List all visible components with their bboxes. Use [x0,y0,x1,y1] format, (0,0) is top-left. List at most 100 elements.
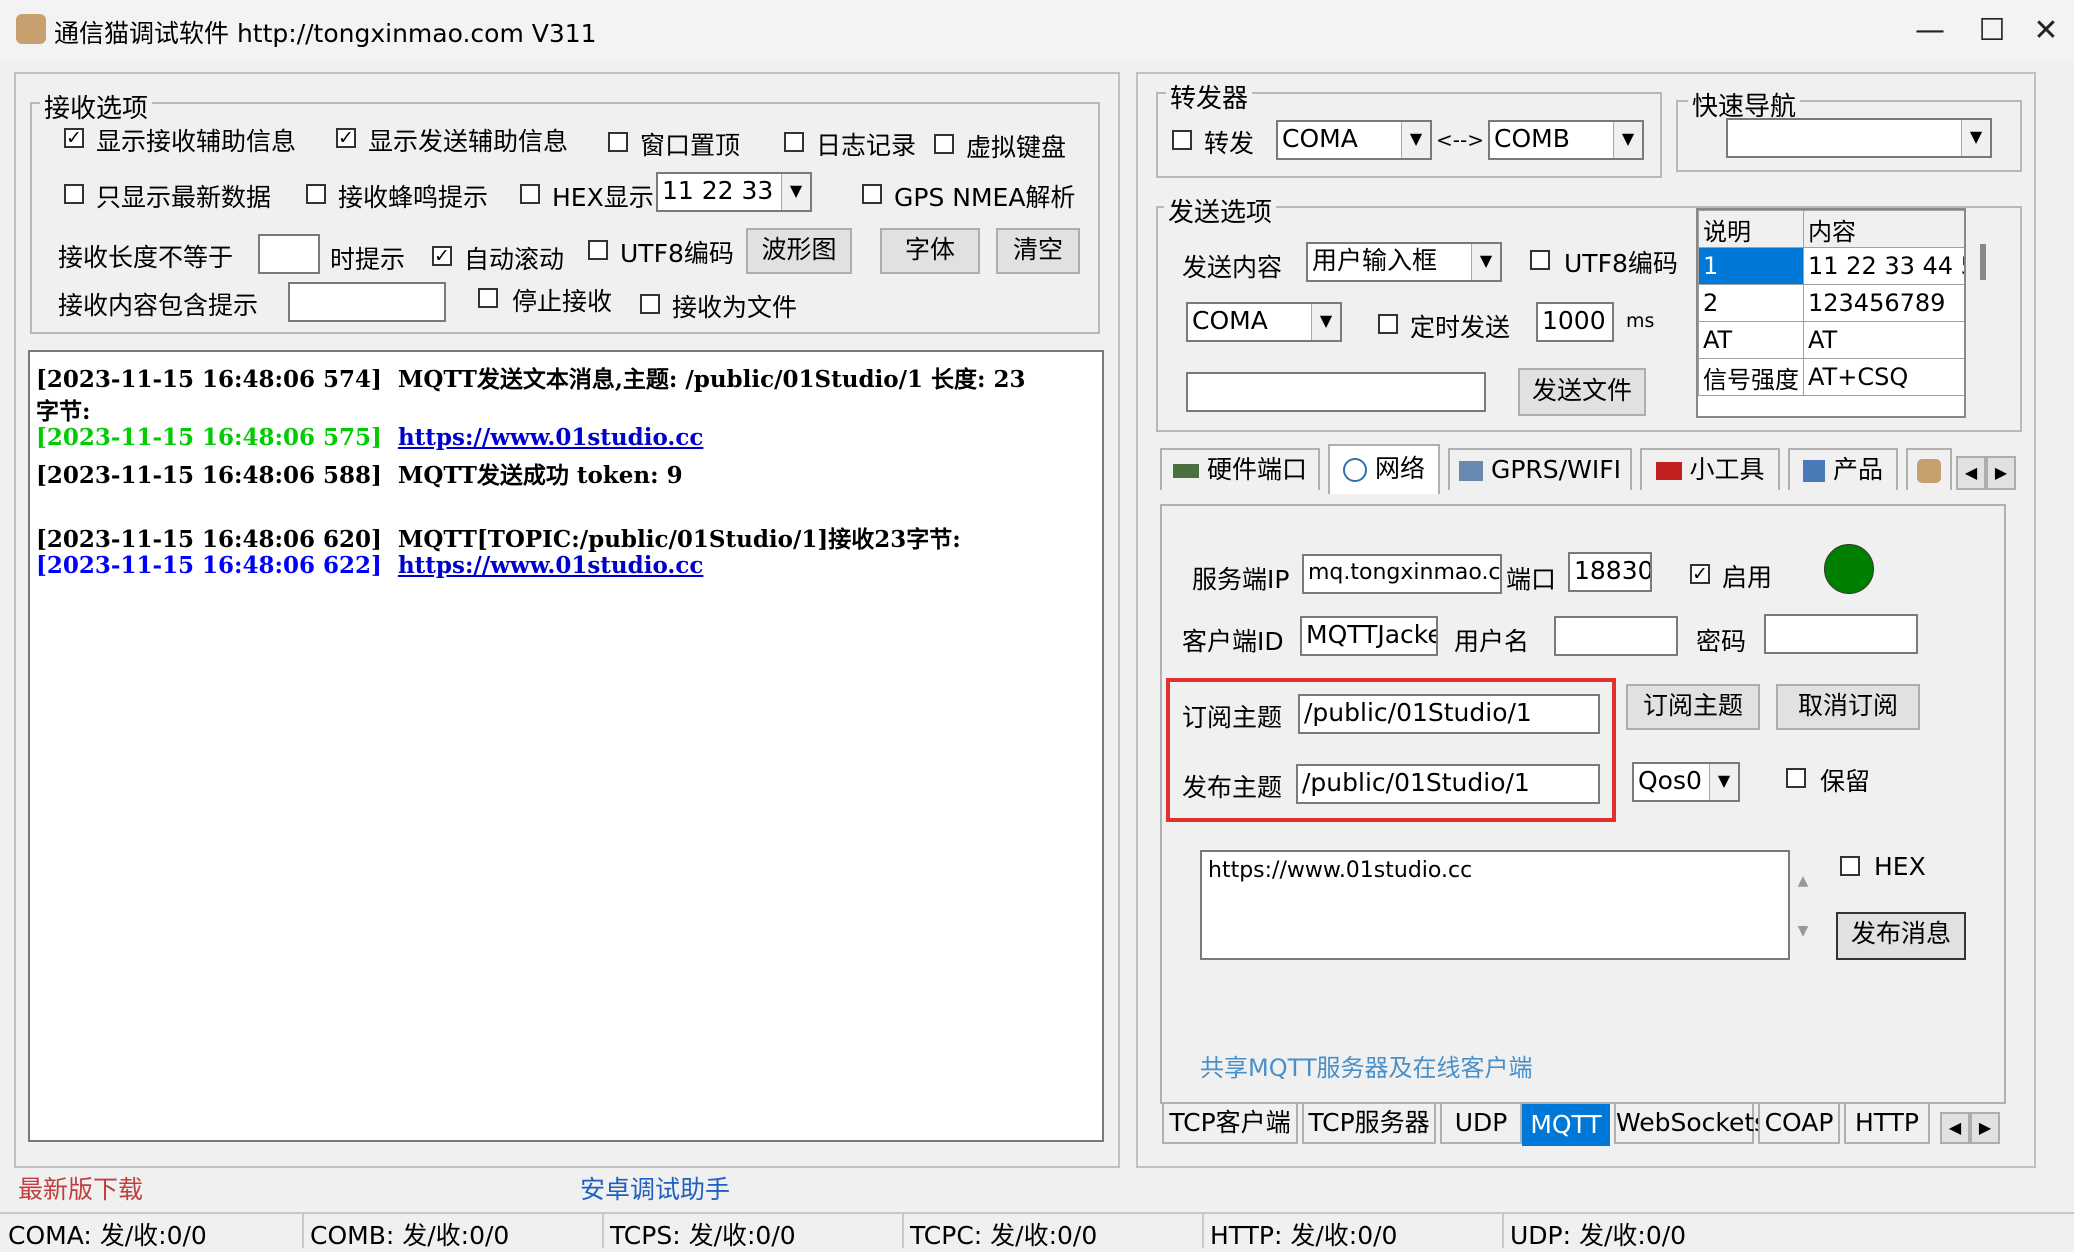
send-grid[interactable]: 说明 内容 1 11 22 33 44 55 2 123456789 AT AT… [1696,208,1966,418]
server-ip-input[interactable]: mq.tongxinmao.com [1302,554,1502,594]
send-content-text: 用户输入框 [1312,246,1438,275]
grid-scrollbar[interactable] [1980,244,1986,280]
recv-file-checkbox[interactable] [640,294,660,314]
tab-tools[interactable]: 小工具 [1640,448,1780,490]
message-scrollbar[interactable]: ▲ ▼ [1794,856,1812,956]
shared-mqtt-link[interactable]: 共享MQTT服务器及在线客户端 [1200,1048,1533,1083]
tab-tcp-client[interactable]: TCP客户端 [1162,1104,1298,1144]
grid-cell[interactable]: 1 [1698,247,1804,285]
forward-port-a-text: COMA [1282,124,1358,153]
retain-checkbox[interactable] [1786,768,1806,788]
tab-scroll-left-icon[interactable]: ◀ [1956,456,1986,490]
len-not-eq-input[interactable] [258,234,320,274]
grid-cell[interactable]: AT+CSQ [1802,358,1964,396]
hex-show-label: HEX显示 [552,183,654,212]
subscribe-button[interactable]: 订阅主题 [1626,684,1760,730]
grid-header: 说明 [1698,210,1804,248]
maximize-button[interactable]: ☐ [1962,8,2022,54]
forward-port-b-combo[interactable]: COMB ▼ [1488,120,1644,160]
stop-recv-checkbox[interactable] [478,288,498,308]
send-file-button[interactable]: 发送文件 [1518,368,1646,416]
tab-mqtt[interactable]: MQTT [1522,1104,1610,1146]
grid-row[interactable]: AT AT [1698,321,1964,359]
grid-cell[interactable]: AT [1802,321,1964,359]
subscribe-topic-input[interactable]: /public/01Studio/1 [1298,694,1600,734]
send-file-path-input[interactable] [1186,372,1486,412]
virtual-kbd-checkbox[interactable] [934,134,954,154]
recv-beep-checkbox[interactable] [306,184,326,204]
publish-topic-input[interactable]: /public/01Studio/1 [1296,764,1600,804]
receive-log[interactable]: [2023-11-15 16:48:06 574] MQTT发送文本消息,主题:… [28,350,1104,1142]
utf8-recv-checkbox[interactable] [588,240,608,260]
tab-more[interactable] [1906,448,1952,490]
close-button[interactable]: ✕ [2016,8,2074,54]
window-top-checkbox[interactable] [608,132,628,152]
show-latest-checkbox[interactable] [64,184,84,204]
tab-products[interactable]: 产品 [1788,448,1898,490]
grid-cell[interactable]: 2 [1698,284,1804,322]
log-timestamp: [2023-11-15 16:48:06 575] [36,424,382,451]
log-link[interactable]: https://www.01studio.cc [398,552,703,579]
tab-hardware-port[interactable]: 硬件端口 [1160,448,1320,490]
hex-publish-checkbox[interactable] [1840,856,1860,876]
log-checkbox[interactable] [784,132,804,152]
send-content-combo[interactable]: 用户输入框 ▼ [1306,242,1502,282]
utf8-send-checkbox[interactable] [1530,250,1550,270]
tab-network[interactable]: 网络 [1328,444,1440,494]
content-hint-input[interactable] [288,282,446,322]
show-send-info-checkbox[interactable]: ✓ [336,128,356,148]
show-recv-info-checkbox[interactable]: ✓ [64,128,84,148]
quick-nav-combo[interactable]: ▼ [1726,118,1992,158]
timed-send-checkbox[interactable] [1378,314,1398,334]
tab-scroll-right-icon[interactable]: ▶ [1986,456,2016,490]
tab-tcp-server[interactable]: TCP服务器 [1302,1104,1436,1144]
status-tcps: TCPS: 发/收:0/0 [610,1221,796,1250]
tab-gprs-wifi[interactable]: GPRS/WIFI [1448,448,1632,490]
tab-http[interactable]: HTTP [1844,1104,1930,1144]
grid-cell[interactable]: 信号强度 [1698,358,1804,396]
tab-udp[interactable]: UDP [1440,1104,1522,1144]
qos-text: Qos0 [1638,766,1702,795]
auto-scroll-label: 自动滚动 [464,245,565,274]
chevron-down-icon: ▼ [1709,764,1738,800]
grid-cell[interactable]: 123456789 [1802,284,1964,322]
bottom-tab-scroll-left-icon[interactable]: ◀ [1940,1112,1970,1144]
status-separator [902,1214,904,1248]
password-input[interactable] [1764,614,1918,654]
gps-checkbox[interactable] [862,184,882,204]
hex-show-checkbox[interactable] [520,184,540,204]
log-link[interactable]: https://www.01studio.cc [398,424,703,451]
grid-cell[interactable]: AT [1698,321,1804,359]
waveform-button[interactable]: 波形图 [746,228,852,274]
publish-button[interactable]: 发布消息 [1836,912,1966,960]
grid-cell[interactable]: 11 22 33 44 55 [1802,247,1964,285]
tab-label: GPRS/WIFI [1490,455,1621,484]
bottom-tab-scroll-right-icon[interactable]: ▶ [1970,1112,2000,1144]
enable-checkbox[interactable]: ✓ [1690,564,1710,584]
qos-combo[interactable]: Qos0 ▼ [1632,762,1740,802]
font-button[interactable]: 字体 [880,228,980,274]
grid-row[interactable]: 2 123456789 [1698,284,1964,322]
client-id-input[interactable]: MQTTJackey [1300,616,1438,656]
log-line: [2023-11-15 16:48:06 588] MQTT发送成功 token… [36,462,683,489]
tab-label: 产品 [1832,455,1883,484]
user-input[interactable] [1554,616,1678,656]
grid-row[interactable]: 1 11 22 33 44 55 [1698,247,1964,285]
send-port-combo[interactable]: COMA ▼ [1186,302,1342,342]
grid-row[interactable]: 信号强度 AT+CSQ [1698,358,1964,396]
android-link[interactable]: 安卓调试助手 [580,1170,730,1206]
user-label: 用户名 [1454,627,1530,656]
clear-button[interactable]: 清空 [996,228,1080,274]
forward-checkbox[interactable] [1172,130,1192,150]
minimize-button[interactable]: — [1900,8,1960,54]
auto-scroll-checkbox[interactable]: ✓ [432,246,452,266]
forward-port-a-combo[interactable]: COMA ▼ [1276,120,1432,160]
tab-websockets[interactable]: WebSockets [1614,1104,1767,1144]
unsubscribe-button[interactable]: 取消订阅 [1776,684,1920,730]
message-input[interactable]: https://www.01studio.cc [1200,850,1790,960]
interval-input[interactable]: 1000 [1536,302,1614,342]
hex-value-combo[interactable]: 11 22 33 ▼ [656,172,812,212]
tab-coap[interactable]: COAP [1758,1104,1840,1144]
download-link[interactable]: 最新版下载 [18,1170,143,1206]
port-input[interactable]: 18830 [1568,552,1652,592]
